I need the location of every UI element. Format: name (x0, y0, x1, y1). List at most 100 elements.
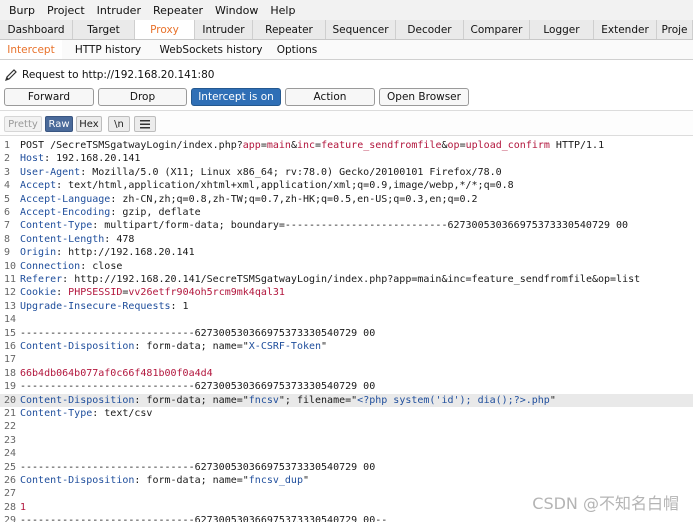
line-content: POST /SecreTSMSgatwayLogin/index.php?app… (20, 139, 604, 152)
plain-text: : http://192.168.20.141 (56, 247, 195, 259)
line-content: -----------------------------62730053036… (20, 514, 387, 522)
request-line: 5 Accept-Language: zh-CN,zh;q=0.8,zh-TW;q… (0, 193, 693, 206)
tab-extender[interactable]: Extender (594, 20, 657, 39)
plain-text: " (321, 341, 328, 352)
tab-proje[interactable]: Proje (657, 20, 693, 39)
plain-text: : gzip, deflate (110, 207, 201, 218)
line-number: 27 (4, 488, 17, 500)
plain-text: : close (80, 260, 123, 272)
line-number: 8 (4, 233, 11, 245)
line-number: 2 (4, 153, 11, 165)
header-name: Connection (20, 260, 81, 272)
plain-text: : 192.168.20.141 (44, 153, 141, 165)
menu-burp[interactable]: Burp (3, 4, 41, 17)
raw-view-button[interactable]: Raw (45, 116, 73, 132)
line-number: 25 (4, 461, 17, 473)
line-content: 1 (20, 501, 26, 514)
pretty-view-button[interactable]: Pretty (4, 116, 42, 132)
request-target-label: Request to http://192.168.20.141:80 (22, 69, 215, 81)
request-line: 1 POST /SecreTSMSgatwayLogin/index.php?ap… (0, 139, 693, 152)
subtab-http-history[interactable]: HTTP history (62, 40, 154, 59)
tab-logger[interactable]: Logger (530, 20, 594, 39)
request-target: Request to http://192.168.20.141:80 (4, 67, 214, 83)
intercept-toggle-button[interactable]: Intercept is on (191, 88, 281, 106)
header-name: Content-Length (20, 233, 105, 245)
request-line: 15 -----------------------------627300530… (0, 327, 693, 340)
menu-help[interactable]: Help (264, 4, 301, 17)
request-line: 24 (0, 447, 693, 460)
hamburger-menu-icon[interactable] (134, 116, 156, 132)
request-line: 16 Content-Disposition: form-data; name="… (0, 340, 693, 353)
request-line: 26 Content-Disposition: form-data; name="… (0, 474, 693, 487)
tab-comparer[interactable]: Comparer (464, 20, 530, 39)
quoted-value: X-CSRF-Token (248, 341, 322, 352)
line-number: 26 (4, 475, 17, 486)
request-line: 21 Content-Type: text/csv (0, 407, 693, 420)
tab-sequencer[interactable]: Sequencer (326, 20, 396, 39)
action-button[interactable]: Action (285, 88, 375, 106)
request-line: 17 (0, 353, 693, 366)
open-browser-button[interactable]: Open Browser (379, 88, 469, 106)
line-content: Content-Type: multipart/form-data; bound… (20, 219, 628, 232)
tab-dashboard[interactable]: Dashboard (0, 20, 73, 39)
raw-request-editor[interactable]: 1 POST /SecreTSMSgatwayLogin/index.php?ap… (0, 137, 693, 522)
param-value: app (242, 140, 261, 151)
line-number: 21 (4, 408, 17, 419)
plain-text: : http://192.168.20.141/SecreTSMSgatwayL… (62, 274, 641, 285)
tab-repeater[interactable]: Repeater (253, 20, 326, 39)
plain-text: : form-data; name=" (134, 394, 249, 406)
request-line: 11 Referer: http://192.168.20.141/SecreTS… (0, 273, 693, 286)
main-tab-bar: Dashboard Target Proxy Intruder Repeater Sequ… (0, 20, 693, 40)
sub-tab-bar: Intercept HTTP history WebSockets history O… (0, 40, 693, 60)
line-number: 12 (4, 287, 17, 299)
show-newlines-button[interactable]: \n (108, 116, 130, 132)
line-content: -----------------------------62730053036… (20, 380, 375, 393)
tab-target[interactable]: Target (73, 20, 135, 39)
line-number: 4 (4, 180, 11, 192)
header-name: Accept (20, 180, 57, 192)
plain-text: : text/html,application/xhtml+xml,applic… (56, 180, 514, 192)
forward-button[interactable]: Forward (4, 88, 94, 106)
param-value: upload_confirm (465, 140, 550, 151)
plain-text: " (549, 394, 556, 406)
tab-intruder[interactable]: Intruder (195, 20, 253, 39)
plain-text: : form-data; name=" (134, 475, 249, 486)
param-value: main (266, 140, 291, 151)
quoted-value: fncsv_dup (248, 475, 303, 486)
hex-view-button[interactable]: Hex (76, 116, 102, 132)
request-line: 7 Content-Type: multipart/form-data; boun… (0, 219, 693, 232)
request-line: 19 -----------------------------627300530… (0, 380, 693, 393)
message-view-bar: Pretty Raw Hex \n (0, 110, 693, 136)
menu-intruder[interactable]: Intruder (91, 4, 147, 17)
drop-button[interactable]: Drop (98, 88, 187, 106)
line-content: Content-Type: text/csv (20, 407, 152, 420)
request-line: 3 User-Agent: Mozilla/5.0 (X11; Linux x86… (0, 166, 693, 179)
line-content: Content-Disposition: form-data; name="X-… (20, 340, 327, 353)
line-content: Content-Disposition: form-data; name="fn… (20, 394, 556, 407)
line-content: Content-Disposition: form-data; name="fn… (20, 474, 309, 487)
menu-repeater[interactable]: Repeater (147, 4, 209, 17)
header-name: Content-Disposition (20, 475, 135, 486)
menu-project[interactable]: Project (41, 4, 91, 17)
line-number: 3 (4, 166, 11, 178)
line-content: Connection: close (20, 260, 122, 273)
header-name: Content-Type (20, 220, 93, 232)
subtab-intercept[interactable]: Intercept (0, 40, 62, 59)
plain-text: -----------------------------62730053036… (20, 515, 388, 522)
param-value: vv26etfr904oh5rcm9mk4qal31 (128, 287, 285, 299)
header-name: Content-Type (20, 408, 93, 419)
menu-window[interactable]: Window (209, 4, 264, 17)
line-number: 29 (4, 515, 17, 522)
tab-proxy[interactable]: Proxy (135, 20, 195, 39)
line-number: 7 (4, 220, 11, 232)
plain-text: : (56, 287, 69, 299)
subtab-options[interactable]: Options (268, 40, 326, 59)
header-name: Origin (20, 247, 57, 259)
line-number: 9 (4, 247, 11, 259)
line-number: 16 (4, 341, 17, 352)
line-number: 5 (4, 193, 11, 205)
plain-text: HTTP/1.1 (549, 140, 605, 151)
tab-decoder[interactable]: Decoder (396, 20, 464, 39)
header-name: Host (20, 153, 45, 165)
subtab-websockets-history[interactable]: WebSockets history (154, 40, 268, 59)
